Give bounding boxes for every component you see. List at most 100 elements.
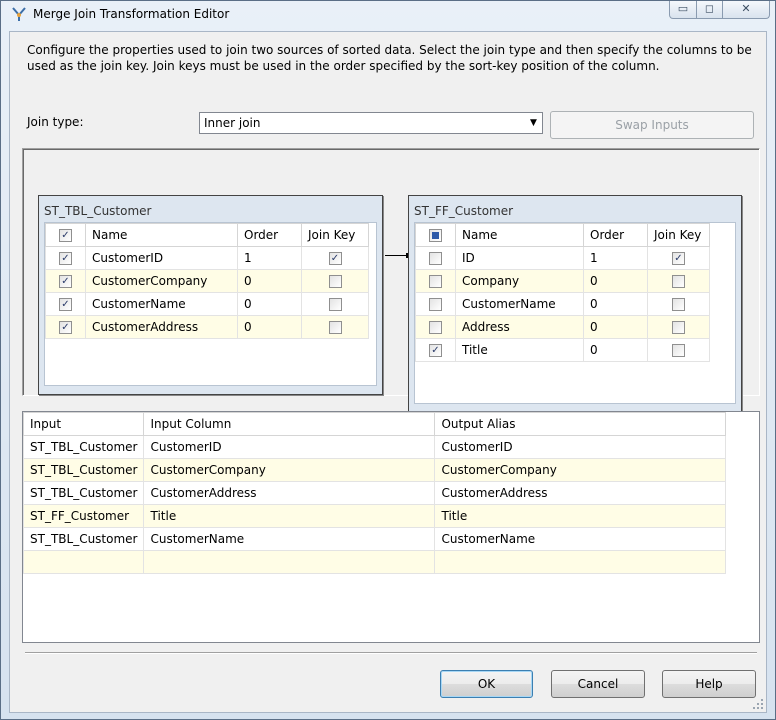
right-input-box[interactable]: ST_FF_Customer Name Order Join Key ID 1 ✓ C… [408,195,742,413]
chevron-down-icon[interactable]: ▼ [525,113,542,133]
column-row[interactable]: ✓ Title 0 [415,338,710,362]
select-all-checkbox[interactable] [429,229,442,242]
join-key-checkbox[interactable] [328,275,342,288]
output-alias-cell[interactable]: Title [434,504,727,528]
output-row[interactable]: ST_FF_Customer Title Title [22,504,727,528]
select-column-checkbox[interactable] [429,275,442,288]
column-row[interactable]: ✓ CustomerName 0 [45,292,369,316]
join-type-value: Inner join [204,116,261,130]
join-key-checkbox[interactable] [328,321,342,334]
output-input-column-cell[interactable]: CustomerName [143,527,436,551]
join-key-cell[interactable] [647,315,710,339]
join-key-checkbox[interactable] [328,298,342,311]
select-cell[interactable] [415,292,456,316]
output-input-cell[interactable]: ST_TBL_Customer [22,481,145,505]
output-row[interactable]: ST_TBL_Customer CustomerCompany CustomerCo… [22,458,727,482]
column-row[interactable]: Company 0 [415,269,710,293]
cancel-button[interactable]: Cancel [551,670,645,698]
select-column-checkbox[interactable]: ✓ [59,298,72,311]
left-input-caption: ST_TBL_Customer [44,204,152,218]
join-key-cell[interactable] [301,292,369,316]
join-key-checkbox[interactable]: ✓ [328,252,342,265]
column-row[interactable]: Address 0 [415,315,710,339]
join-key-cell[interactable] [301,315,369,339]
minimize-button[interactable]: ▭ [669,1,697,19]
select-cell[interactable] [415,246,456,270]
output-row[interactable]: ST_TBL_Customer CustomerAddress CustomerAd… [22,481,727,505]
column-name: Address [455,315,584,339]
ok-button[interactable]: OK [440,670,533,698]
select-column-checkbox[interactable]: ✓ [59,252,72,265]
join-key-checkbox[interactable] [672,275,685,288]
select-cell[interactable]: ✓ [45,246,86,270]
join-key-cell[interactable]: ✓ [647,246,710,270]
output-input-cell[interactable]: ST_FF_Customer [22,504,145,528]
output-input-column-cell[interactable]: CustomerID [143,435,436,459]
select-cell[interactable] [415,269,456,293]
output-row[interactable]: ST_TBL_Customer CustomerName CustomerName [22,527,727,551]
output-input-column-cell[interactable] [143,550,436,574]
output-row[interactable]: ST_TBL_Customer CustomerID CustomerID [22,435,727,459]
left-columns-table: ✓ Name Order Join Key ✓ CustomerID 1 ✓ ✓ Cust… [45,223,369,339]
output-input-column-cell[interactable]: CustomerAddress [143,481,436,505]
right-name-header: Name [455,223,584,247]
join-key-checkbox[interactable] [672,344,685,357]
output-input-cell[interactable]: ST_TBL_Customer [22,527,145,551]
select-column-checkbox[interactable]: ✓ [59,275,72,288]
select-column-checkbox[interactable]: ✓ [429,344,442,357]
join-key-cell[interactable] [647,269,710,293]
column-row[interactable]: ID 1 ✓ [415,246,710,270]
join-key-cell[interactable] [301,269,369,293]
output-row[interactable] [22,550,727,574]
close-button[interactable]: ✕ [722,1,770,19]
select-column-checkbox[interactable] [429,252,442,265]
left-columns-grid: ✓ Name Order Join Key ✓ CustomerID 1 ✓ ✓ Cust… [44,222,377,386]
column-name: CustomerName [85,292,238,316]
select-column-checkbox[interactable]: ✓ [59,321,72,334]
input-column-header: Input Column [143,412,436,436]
output-input-cell[interactable] [22,550,145,574]
join-type-dropdown[interactable]: Inner join ▼ [199,112,543,134]
select-cell[interactable] [415,315,456,339]
select-cell[interactable]: ✓ [45,315,86,339]
resize-grip-icon[interactable] [752,698,764,710]
select-all-checkbox[interactable]: ✓ [59,229,72,242]
join-key-checkbox[interactable]: ✓ [672,252,685,265]
column-row[interactable]: ✓ CustomerAddress 0 [45,315,369,339]
join-key-cell[interactable]: ✓ [301,246,369,270]
output-input-cell[interactable]: ST_TBL_Customer [22,458,145,482]
title-bar[interactable]: Merge Join Transformation Editor ▭ ◻ ✕ [1,1,775,27]
join-key-checkbox[interactable] [672,298,685,311]
join-type-label: Join type: [27,115,84,129]
join-key-cell[interactable] [647,292,710,316]
select-cell[interactable]: ✓ [415,338,456,362]
help-button[interactable]: Help [662,670,756,698]
left-input-box[interactable]: ST_TBL_Customer ✓ Name Order Join Key ✓ C… [38,195,383,395]
select-column-checkbox[interactable] [429,321,442,334]
output-alias-cell[interactable]: CustomerCompany [434,458,727,482]
merge-join-dialog: Merge Join Transformation Editor ▭ ◻ ✕ C… [0,0,776,720]
swap-inputs-button[interactable]: Swap Inputs [550,111,754,139]
select-column-checkbox[interactable] [429,298,442,311]
button-separator [25,652,757,654]
join-key-checkbox[interactable] [672,321,685,334]
output-alias-cell[interactable]: CustomerAddress [434,481,727,505]
output-input-column-cell[interactable]: CustomerCompany [143,458,436,482]
maximize-button[interactable]: ◻ [696,1,723,19]
output-input-cell[interactable]: ST_TBL_Customer [22,435,145,459]
output-alias-cell[interactable] [434,550,727,574]
select-all-cell[interactable]: ✓ [45,223,86,247]
left-header-row: ✓ Name Order Join Key [45,223,369,247]
select-cell[interactable]: ✓ [45,269,86,293]
select-cell[interactable]: ✓ [45,292,86,316]
column-row[interactable]: ✓ CustomerID 1 ✓ [45,246,369,270]
output-input-column-cell[interactable]: Title [143,504,436,528]
column-order: 0 [237,269,302,293]
column-row[interactable]: ✓ CustomerCompany 0 [45,269,369,293]
output-alias-cell[interactable]: CustomerID [434,435,727,459]
select-all-cell[interactable] [415,223,456,247]
join-key-cell[interactable] [647,338,710,362]
column-row[interactable]: CustomerName 0 [415,292,710,316]
column-name: Company [455,269,584,293]
output-alias-cell[interactable]: CustomerName [434,527,727,551]
